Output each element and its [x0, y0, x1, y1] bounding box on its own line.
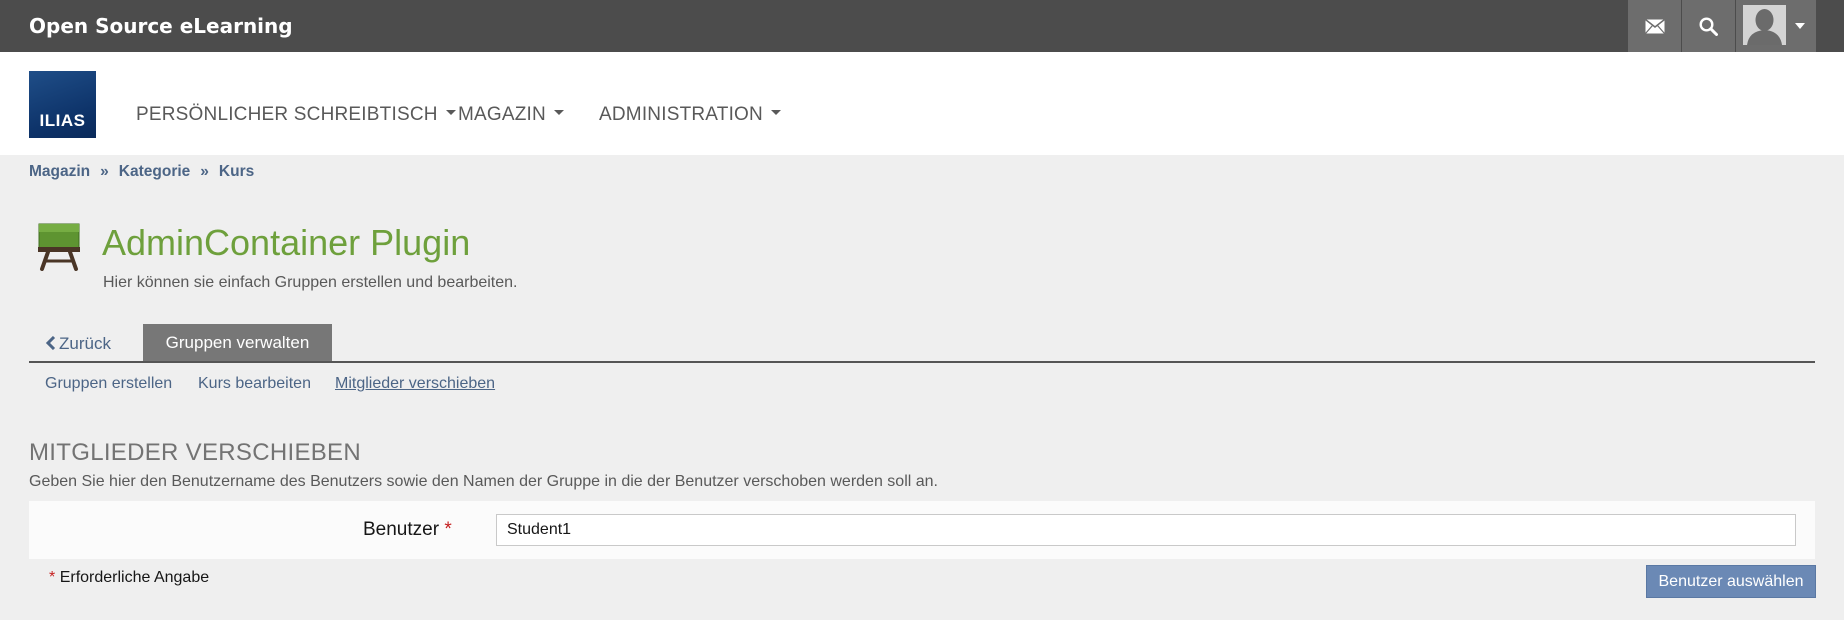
ilias-logo[interactable]: ILIAS: [29, 71, 96, 138]
nav-item-label: ADMINISTRATION: [599, 104, 763, 125]
required-marker: *: [49, 569, 56, 586]
main-header: ILIAS PERSÖNLICHER SCHREIBTISCH MAGAZIN …: [0, 52, 1844, 155]
chevron-left-icon: [45, 335, 56, 351]
user-menu-button[interactable]: [1736, 0, 1816, 52]
breadcrumb-item-kategorie[interactable]: Kategorie: [119, 163, 191, 180]
mail-icon: [1644, 18, 1665, 34]
required-note: * Erforderliche Angabe: [49, 569, 209, 587]
form-section-description: Geben Sie hier den Benutzername des Benu…: [29, 473, 938, 490]
benutzer-label: Benutzer *: [363, 519, 452, 541]
top-bar: Open Source eLearning: [0, 0, 1844, 52]
caret-down-icon: [553, 110, 564, 116]
caret-down-icon: [445, 110, 456, 116]
nav-item-label: MAGAZIN: [458, 104, 546, 125]
benutzer-label-text: Benutzer: [363, 519, 440, 540]
mail-button[interactable]: [1628, 0, 1681, 52]
nav-item-magazin[interactable]: MAGAZIN: [458, 104, 564, 126]
page-description: Hier können sie einfach Gruppen erstelle…: [103, 274, 518, 291]
caret-down-icon: [770, 110, 781, 116]
back-tab[interactable]: Zurück: [45, 334, 111, 354]
search-icon: [1699, 16, 1718, 36]
breadcrumb: Magazin » Kategorie » Kurs: [29, 163, 254, 181]
breadcrumb-item-magazin[interactable]: Magazin: [29, 163, 90, 180]
subtab-kurs-bearbeiten[interactable]: Kurs bearbeiten: [198, 375, 311, 393]
form-section-title: MITGLIEDER VERSCHIEBEN: [29, 439, 361, 466]
breadcrumb-separator: »: [200, 163, 209, 180]
course-icon: [37, 223, 81, 271]
nav-item-personal-desktop[interactable]: PERSÖNLICHER SCHREIBTISCH: [136, 104, 456, 126]
benutzer-input[interactable]: [496, 514, 1796, 546]
page-title: AdminContainer Plugin: [102, 222, 471, 263]
nav-item-administration[interactable]: ADMINISTRATION: [599, 104, 781, 126]
user-avatar-icon: [1743, 5, 1786, 45]
back-tab-label: Zurück: [59, 334, 111, 353]
tab-gruppen-verwalten[interactable]: Gruppen verwalten: [143, 324, 332, 362]
tabs-divider: [29, 361, 1815, 363]
app-title[interactable]: Open Source eLearning: [29, 0, 293, 52]
breadcrumb-item-kurs[interactable]: Kurs: [219, 163, 254, 180]
breadcrumb-separator: »: [100, 163, 109, 180]
subtab-mitglieder-verschieben[interactable]: Mitglieder verschieben: [335, 375, 495, 393]
nav-item-label: PERSÖNLICHER SCHREIBTISCH: [136, 104, 438, 125]
subtab-gruppen-erstellen[interactable]: Gruppen erstellen: [45, 375, 172, 393]
logo-text: ILIAS: [39, 111, 86, 130]
chevron-down-icon: [1795, 23, 1805, 29]
select-user-button[interactable]: Benutzer auswählen: [1646, 565, 1816, 598]
search-button[interactable]: [1682, 0, 1735, 52]
required-note-text: Erforderliche Angabe: [59, 569, 210, 586]
required-marker: *: [444, 519, 452, 540]
